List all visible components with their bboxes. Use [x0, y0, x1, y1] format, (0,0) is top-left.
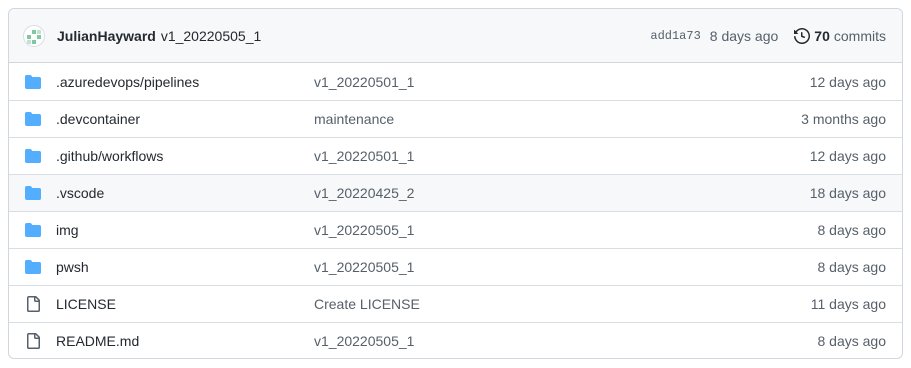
file-icon — [25, 333, 41, 349]
commit-message-link[interactable]: v1_20220505_1 — [314, 222, 414, 238]
file-list: .azuredevops/pipelines v1_20220501_1 12 da… — [9, 63, 902, 358]
commit-message-link[interactable]: v1_20220501_1 — [314, 148, 414, 164]
file-name-link[interactable]: img — [56, 222, 79, 238]
file-name-link[interactable]: LICENSE — [56, 296, 116, 312]
file-row[interactable]: README.md v1_20220505_1 8 days ago — [9, 322, 902, 358]
folder-icon — [25, 185, 41, 201]
file-row[interactable]: img v1_20220505_1 8 days ago — [9, 211, 902, 248]
history-icon — [794, 27, 811, 44]
file-icon — [25, 296, 41, 312]
commit-message-link[interactable]: v1_20220505_1 — [161, 28, 261, 44]
file-name-link[interactable]: .devcontainer — [56, 111, 140, 127]
commit-age: 12 days ago — [809, 73, 886, 90]
file-row[interactable]: pwsh v1_20220505_1 8 days ago — [9, 248, 902, 285]
file-name-link[interactable]: .azuredevops/pipelines — [56, 74, 199, 90]
commit-message-link[interactable]: v1_20220425_2 — [314, 185, 414, 201]
folder-icon — [25, 259, 41, 275]
file-name-link[interactable]: .vscode — [56, 185, 104, 201]
commit-message-link[interactable]: v1_20220501_1 — [314, 74, 414, 90]
folder-icon — [25, 148, 41, 164]
commit-age: 18 days ago — [809, 185, 886, 201]
commit-age: 8 days ago — [817, 259, 887, 275]
latest-commit-bar: JulianHayward v1_20220505_1 add1a73 8 da… — [9, 9, 902, 63]
commit-message-link[interactable]: v1_20220505_1 — [314, 259, 414, 275]
commits-history-link[interactable]: 70 commits — [794, 28, 886, 44]
commit-age: 8 days ago — [709, 27, 779, 44]
commits-label: commits — [833, 27, 886, 44]
commit-age: 8 days ago — [817, 222, 887, 238]
commit-meta: add1a73 8 days ago 70 commits — [650, 28, 886, 44]
file-row[interactable]: LICENSE Create LICENSE 11 days ago — [9, 285, 902, 322]
file-row[interactable]: .devcontainer maintenance 3 months ago — [9, 100, 902, 137]
commit-age: 12 days ago — [809, 148, 886, 164]
commit-message-link[interactable]: v1_20220505_1 — [314, 333, 414, 349]
folder-icon — [25, 111, 41, 127]
folder-icon — [25, 74, 41, 90]
file-name-link[interactable]: .github/workflows — [56, 148, 163, 164]
commit-message-link[interactable]: maintenance — [314, 111, 394, 127]
commit-age: 11 days ago — [810, 296, 886, 312]
avatar[interactable] — [23, 24, 45, 47]
commit-message-link[interactable]: Create LICENSE — [314, 296, 420, 312]
file-row[interactable]: .azuredevops/pipelines v1_20220501_1 12 da… — [9, 63, 902, 100]
commit-age: 3 months ago — [801, 111, 886, 127]
file-name-link[interactable]: pwsh — [56, 259, 89, 275]
folder-icon — [25, 222, 41, 238]
file-row[interactable]: .github/workflows v1_20220501_1 12 days ag… — [9, 137, 902, 174]
file-name-link[interactable]: README.md — [56, 333, 139, 349]
commit-count: 70 — [814, 27, 830, 44]
file-row[interactable]: .vscode v1_20220425_2 18 days ago — [9, 174, 902, 211]
commit-age: 8 days ago — [817, 333, 887, 349]
file-browser: JulianHayward v1_20220505_1 add1a73 8 da… — [8, 8, 903, 359]
commit-sha-link[interactable]: add1a73 — [650, 29, 700, 43]
commit-author-link[interactable]: JulianHayward — [57, 28, 156, 44]
